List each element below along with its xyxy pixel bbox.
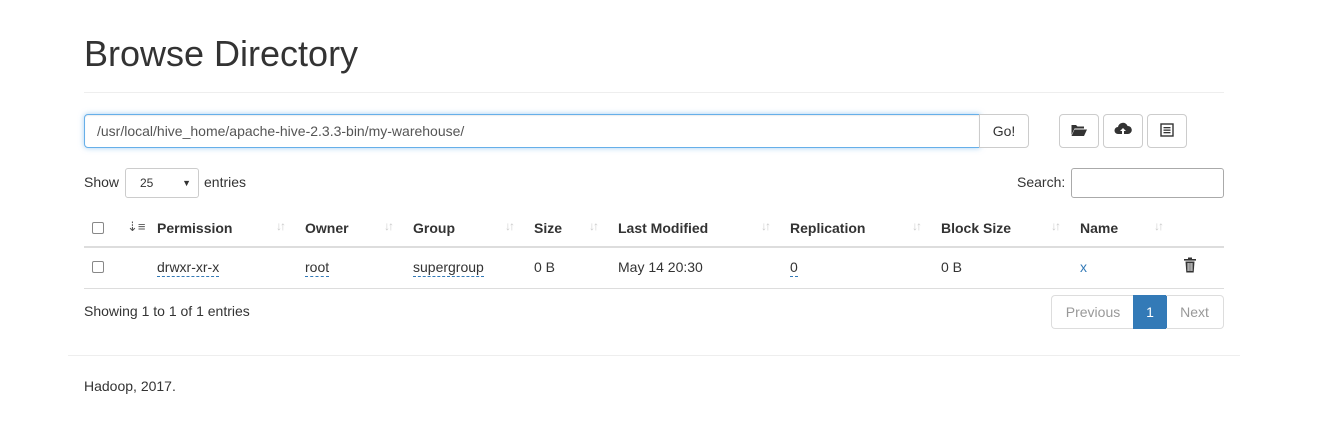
column-header-block-size[interactable]: Block Size xyxy=(941,220,1011,236)
column-header-size[interactable]: Size xyxy=(534,220,562,236)
trash-icon[interactable] xyxy=(1183,257,1197,276)
list-icon xyxy=(1160,122,1174,140)
pagination-next[interactable]: Next xyxy=(1166,295,1224,329)
pagination-previous[interactable]: Previous xyxy=(1051,295,1134,329)
search-input[interactable] xyxy=(1071,168,1224,198)
select-all-checkbox[interactable] xyxy=(92,222,104,234)
sort-icon[interactable]: ↓↑ xyxy=(589,219,599,233)
go-button[interactable]: Go! xyxy=(979,114,1029,148)
explorer-view-button[interactable] xyxy=(1147,114,1187,148)
title-divider xyxy=(84,92,1224,93)
sort-icon[interactable]: ↓↑ xyxy=(384,219,394,233)
sort-icon[interactable]: ↓↑ xyxy=(761,219,771,233)
chevron-down-icon: ▼ xyxy=(182,178,191,188)
page-size-select[interactable]: 25 ▼ xyxy=(125,168,199,198)
column-header-permission[interactable]: Permission xyxy=(157,220,232,236)
cell-block-size: 0 B xyxy=(941,259,963,275)
page-title: Browse Directory xyxy=(84,33,359,74)
create-directory-button[interactable] xyxy=(1059,114,1099,148)
folder-open-icon xyxy=(1070,123,1088,140)
sort-icon[interactable]: ↓↑ xyxy=(505,219,515,233)
footer-divider xyxy=(68,355,1240,356)
cell-replication[interactable]: 0 xyxy=(790,259,798,277)
sort-descending-icon[interactable]: ⇣≡ xyxy=(127,219,145,235)
upload-files-button[interactable] xyxy=(1103,114,1143,148)
column-header-owner[interactable]: Owner xyxy=(305,220,349,236)
cell-permission[interactable]: drwxr-xr-x xyxy=(157,259,220,277)
pagination-page-1[interactable]: 1 xyxy=(1133,295,1167,329)
show-label: Show xyxy=(84,174,120,190)
sort-icon[interactable]: ↓↑ xyxy=(276,219,286,233)
cell-owner[interactable]: root xyxy=(305,259,330,277)
entries-label: entries xyxy=(204,174,247,190)
table-info: Showing 1 to 1 of 1 entries xyxy=(84,303,250,319)
cell-name-link[interactable]: x xyxy=(1080,259,1087,275)
column-header-replication[interactable]: Replication xyxy=(790,220,865,236)
table-row-divider xyxy=(84,288,1224,289)
directory-path-input[interactable] xyxy=(84,114,980,148)
page-size-value: 25 xyxy=(140,176,154,190)
column-header-name[interactable]: Name xyxy=(1080,220,1118,236)
sort-icon[interactable]: ↓↑ xyxy=(912,219,922,233)
sort-icon[interactable]: ↓↑ xyxy=(1154,219,1164,233)
sort-icon[interactable]: ↓↑ xyxy=(1051,219,1061,233)
cloud-upload-icon xyxy=(1114,122,1132,141)
cell-last-modified: May 14 20:30 xyxy=(618,259,703,275)
column-header-last-modified[interactable]: Last Modified xyxy=(618,220,708,236)
footer-text: Hadoop, 2017. xyxy=(84,378,176,394)
cell-size: 0 B xyxy=(534,259,556,275)
search-label: Search: xyxy=(1017,174,1066,190)
table-header-divider xyxy=(84,246,1224,248)
cell-group[interactable]: supergroup xyxy=(413,259,484,277)
row-checkbox[interactable] xyxy=(92,261,104,273)
column-header-group[interactable]: Group xyxy=(413,220,455,236)
